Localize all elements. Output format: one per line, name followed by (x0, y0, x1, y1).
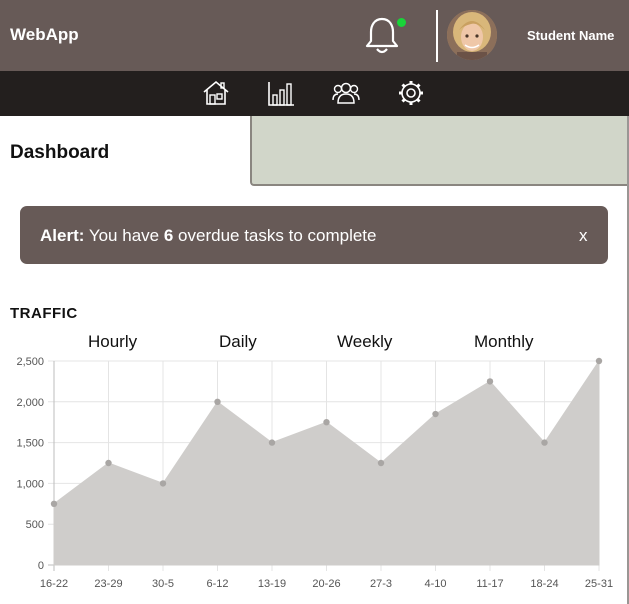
x-tick-label: 11-17 (476, 578, 503, 590)
alert-prefix: Alert: (40, 226, 85, 245)
x-tick-label: 27-3 (370, 578, 392, 590)
notification-dot (397, 18, 406, 27)
data-point (105, 459, 112, 467)
y-tick-label: 500 (26, 519, 44, 531)
x-tick-label: 4-10 (424, 578, 446, 590)
y-tick-label: 1,500 (16, 438, 44, 450)
y-tick-label: 0 (38, 560, 44, 572)
page-title: Dashboard (10, 142, 110, 163)
tab-hourly[interactable]: Hourly (88, 332, 137, 352)
data-point (214, 398, 221, 405)
users-icon[interactable] (332, 79, 360, 107)
alert-banner: Alert: You have 6 overdue tasks to compl… (20, 206, 608, 264)
x-tick-label: 6-12 (206, 578, 228, 590)
header-divider (436, 10, 438, 62)
alert-message: Alert: You have 6 overdue tasks to compl… (40, 226, 377, 246)
data-point (595, 357, 603, 365)
x-tick-label: 13-19 (258, 578, 286, 590)
alert-count: 6 (163, 226, 174, 245)
tab-weekly[interactable]: Weekly (337, 332, 392, 352)
alert-text-before: You have (88, 226, 160, 245)
home-icon[interactable] (202, 79, 230, 107)
data-point (432, 410, 439, 418)
header-panel (250, 116, 629, 186)
data-point (541, 439, 548, 446)
x-tick-label: 18-24 (530, 578, 558, 590)
x-tick-label: 23-29 (94, 578, 122, 590)
avatar-photo (447, 10, 497, 60)
main-nav (0, 71, 629, 116)
alert-close-button[interactable]: x (579, 226, 588, 246)
x-tick-label: 20-26 (312, 578, 340, 590)
tab-daily[interactable]: Daily (219, 332, 257, 352)
gear-icon[interactable] (397, 79, 425, 107)
alert-text-after: overdue tasks to complete (178, 226, 377, 245)
brand-logo[interactable]: WebApp (10, 25, 79, 45)
data-point (377, 459, 385, 467)
user-name[interactable]: Student Name (527, 28, 614, 43)
bell-icon[interactable] (364, 16, 400, 56)
data-point (486, 378, 494, 385)
x-tick-label: 25-31 (585, 578, 613, 590)
bar-chart-icon[interactable] (267, 79, 295, 107)
y-tick-label: 2,000 (16, 397, 44, 409)
traffic-title: TRAFFIC (10, 305, 78, 322)
y-tick-label: 1,000 (16, 478, 44, 490)
x-tick-label: 30-5 (152, 578, 174, 590)
data-point (159, 480, 167, 487)
data-point (50, 500, 58, 507)
y-tick-label: 2,500 (16, 356, 44, 368)
top-header: WebApp Student Name (0, 0, 629, 71)
data-point (268, 439, 276, 446)
traffic-chart: 0 500 1,000 1,500 2,000 2,500 16-22 23-29 30-5 6-… (16, 356, 613, 590)
x-tick-label: 16-22 (40, 578, 68, 590)
avatar[interactable] (447, 10, 497, 60)
tab-monthly[interactable]: Monthly (474, 332, 534, 352)
data-point (323, 419, 330, 426)
